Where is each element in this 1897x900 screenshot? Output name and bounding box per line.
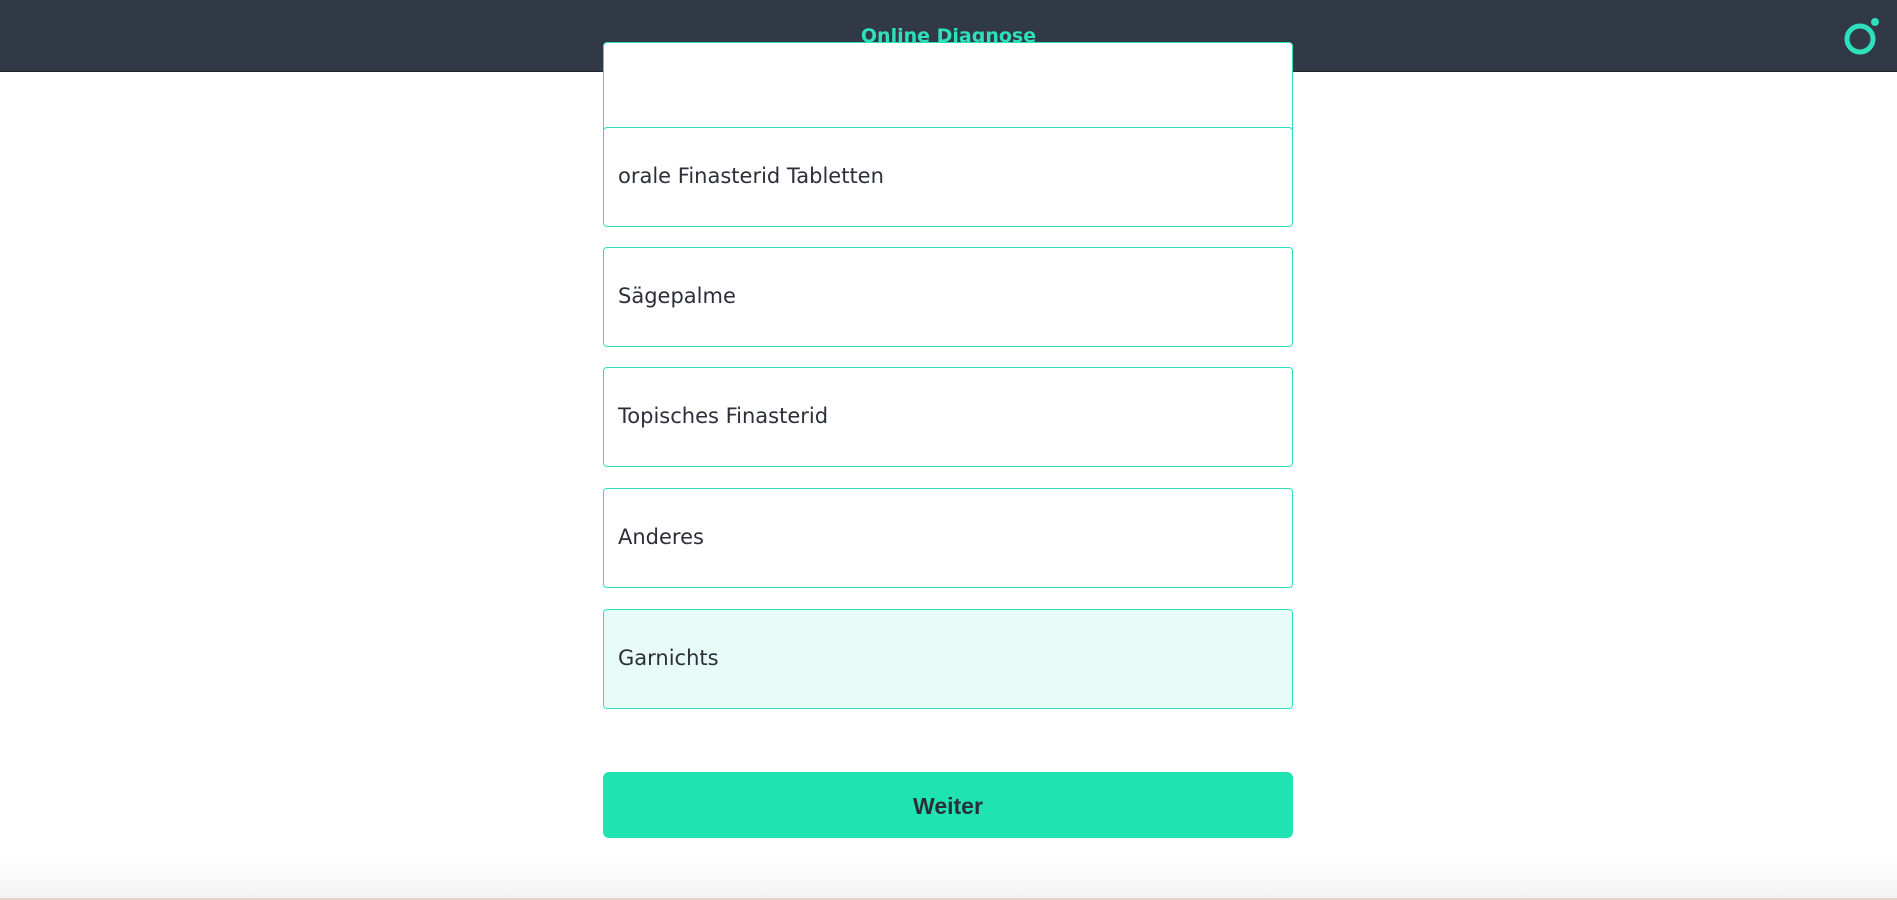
option-label: Sägepalme (618, 284, 736, 308)
bottom-shadow (0, 860, 1897, 900)
option-label: Anderes (618, 525, 704, 549)
option-card-saegepalme[interactable]: Sägepalme (603, 247, 1293, 347)
option-card-topisches-finasterid[interactable]: Topisches Finasterid (603, 367, 1293, 467)
weiter-button[interactable]: Weiter (603, 772, 1293, 838)
ring-dot-logo-icon[interactable] (1842, 17, 1882, 57)
option-card-anderes[interactable]: Anderes (603, 488, 1293, 588)
option-label: orale Finasterid Tabletten (618, 164, 884, 188)
option-card-garnichts[interactable]: Garnichts (603, 609, 1293, 709)
option-label: Garnichts (618, 646, 719, 670)
option-label: Topisches Finasterid (618, 404, 829, 428)
option-card-orale-finasterid[interactable]: orale Finasterid Tabletten (603, 127, 1293, 227)
